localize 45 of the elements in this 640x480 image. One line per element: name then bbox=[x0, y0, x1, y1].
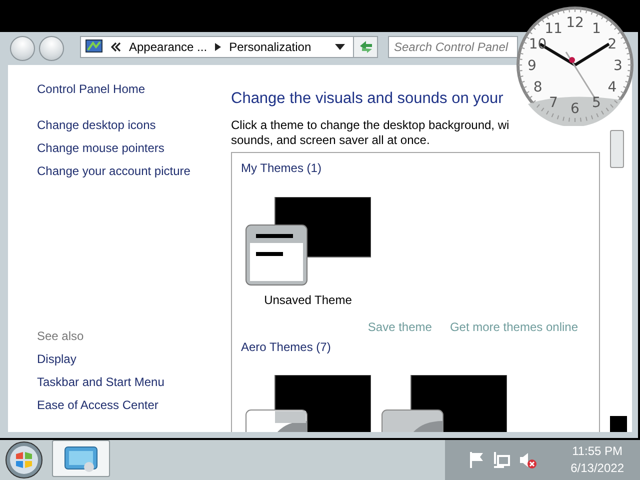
page-heading: Change the visuals and sounds on your bbox=[231, 89, 504, 109]
clock-number: 1 bbox=[592, 20, 601, 37]
refresh-icon bbox=[358, 40, 372, 54]
see-also-link[interactable]: Ease of Access Center bbox=[37, 396, 231, 414]
refresh-button[interactable] bbox=[354, 36, 378, 58]
arrow-icon bbox=[215, 43, 222, 51]
clock-number: 2 bbox=[608, 36, 617, 52]
sidebar-link[interactable]: Change desktop icons bbox=[37, 116, 231, 134]
scrollbar-thumb[interactable] bbox=[610, 130, 624, 168]
back-button[interactable] bbox=[10, 36, 35, 61]
clock-face[interactable] bbox=[516, 6, 634, 126]
description-text: Click a theme to change the desktop background, wi bbox=[231, 118, 510, 134]
forward-button[interactable] bbox=[39, 36, 64, 61]
sidebar-link[interactable]: Control Panel Home bbox=[37, 80, 231, 98]
clock-number: 12 bbox=[566, 15, 584, 31]
flag-icon[interactable] bbox=[469, 451, 485, 469]
breadcrumb-item[interactable]: Appearance ... bbox=[129, 38, 208, 56]
clock-number: 3 bbox=[614, 58, 622, 74]
clock-number: 7 bbox=[549, 95, 558, 112]
search-field[interactable]: Search Control Panel bbox=[388, 36, 518, 58]
chevron-icon bbox=[111, 42, 121, 52]
clock-number: 10 bbox=[528, 36, 547, 52]
description-text: sounds, and screen saver all at once. bbox=[231, 133, 431, 148]
breadcrumb-item[interactable]: Personalization bbox=[229, 38, 312, 56]
clock-number: 5 bbox=[592, 95, 601, 112]
address-bar[interactable]: Appearance ... Personalization bbox=[80, 36, 354, 58]
clock-number: 8 bbox=[533, 80, 542, 96]
volume-muted-icon[interactable] bbox=[519, 451, 537, 469]
taskbar-button[interactable] bbox=[52, 440, 110, 477]
sidebar-link[interactable]: Change mouse pointers bbox=[37, 139, 231, 157]
see-also-link[interactable]: Taskbar and Start Menu bbox=[37, 373, 231, 391]
see-also-heading: See also bbox=[37, 328, 85, 345]
dropdown-caret-icon[interactable] bbox=[335, 44, 345, 50]
clock-number: 9 bbox=[528, 58, 536, 74]
theme-thumbnail[interactable] bbox=[245, 197, 371, 288]
clock-number: 6 bbox=[570, 101, 580, 117]
network-icon[interactable] bbox=[493, 451, 511, 469]
clock-number: 11 bbox=[544, 20, 562, 37]
see-also-link[interactable]: Display bbox=[37, 350, 231, 368]
start-button[interactable] bbox=[4, 440, 44, 480]
theme-name[interactable]: Unsaved Theme bbox=[264, 291, 352, 310]
group-title: My Themes (1) bbox=[241, 160, 322, 178]
clock-number: 4 bbox=[608, 80, 617, 96]
group-title: Aero Themes (7) bbox=[241, 339, 332, 356]
sidebar-link[interactable]: Change your account picture bbox=[37, 162, 231, 180]
